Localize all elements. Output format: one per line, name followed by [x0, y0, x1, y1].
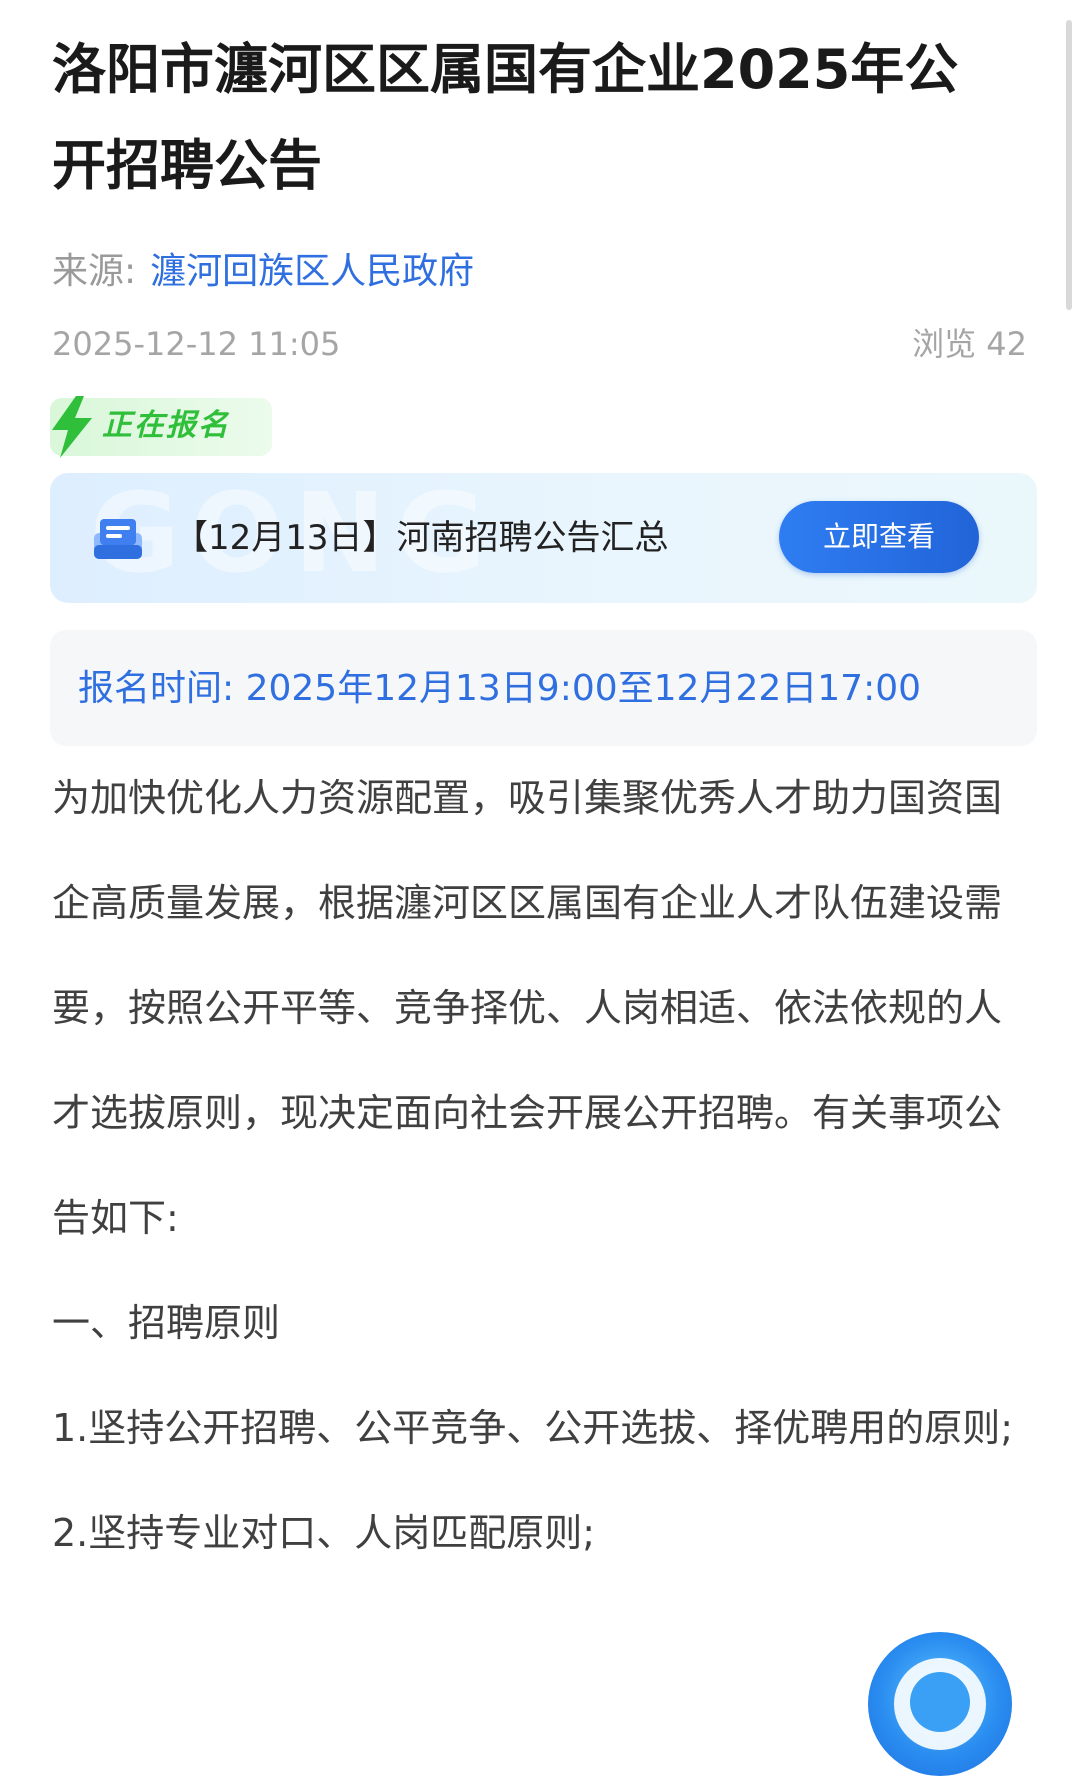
assistant-fab[interactable]	[868, 1632, 1012, 1776]
principle-item: 1.坚持公开招聘、公平竞争、公开选拔、择优聘用的原则;	[52, 1406, 1014, 1450]
principle-item: 2.坚持专业对口、人岗匹配原则;	[52, 1511, 596, 1555]
scrollbar[interactable]	[1066, 20, 1072, 310]
status-label: 正在报名	[102, 408, 230, 443]
view-count: 浏览 42	[912, 325, 1027, 363]
registration-time: 报名时间: 2025年12月13日9:00至12月22日17:00	[78, 668, 922, 709]
registration-time-box: 报名时间: 2025年12月13日9:00至12月22日17:00	[50, 630, 1037, 746]
lightning-bolt-icon	[52, 396, 92, 458]
promo-banner[interactable]: GONG 【12月13日】河南招聘公告汇总 立即查看	[50, 473, 1037, 603]
view-now-button[interactable]: 立即查看	[779, 501, 979, 573]
source-link[interactable]: 瀍河回族区人民政府	[150, 251, 474, 292]
meta-row: 2025-12-12 11:05 浏览 42	[52, 322, 1027, 366]
article-page: 洛阳市瀍河区区属国有企业2025年公开招聘公告 来源: 瀍河回族区人民政府 202…	[0, 0, 1072, 1776]
publish-date: 2025-12-12 11:05	[52, 325, 341, 363]
article-body: 为加快优化人力资源配置，吸引集聚优秀人才助力国资国企高质量发展，根据瀍河区区属国…	[52, 746, 1027, 1586]
source-row: 来源: 瀍河回族区人民政府	[52, 244, 474, 300]
promo-text: 【12月13日】河南招聘公告汇总	[174, 518, 669, 558]
section-heading: 一、招聘原则	[52, 1301, 281, 1345]
status-badge: 正在报名	[50, 396, 272, 458]
source-label: 来源:	[52, 251, 137, 292]
intro-paragraph: 为加快优化人力资源配置，吸引集聚优秀人才助力国资国企高质量发展，根据瀍河区区属国…	[52, 776, 1003, 1240]
article-title: 洛阳市瀍河区区属国有企业2025年公开招聘公告	[52, 38, 959, 197]
assistant-icon-core	[910, 1672, 970, 1732]
document-icon	[94, 519, 142, 559]
